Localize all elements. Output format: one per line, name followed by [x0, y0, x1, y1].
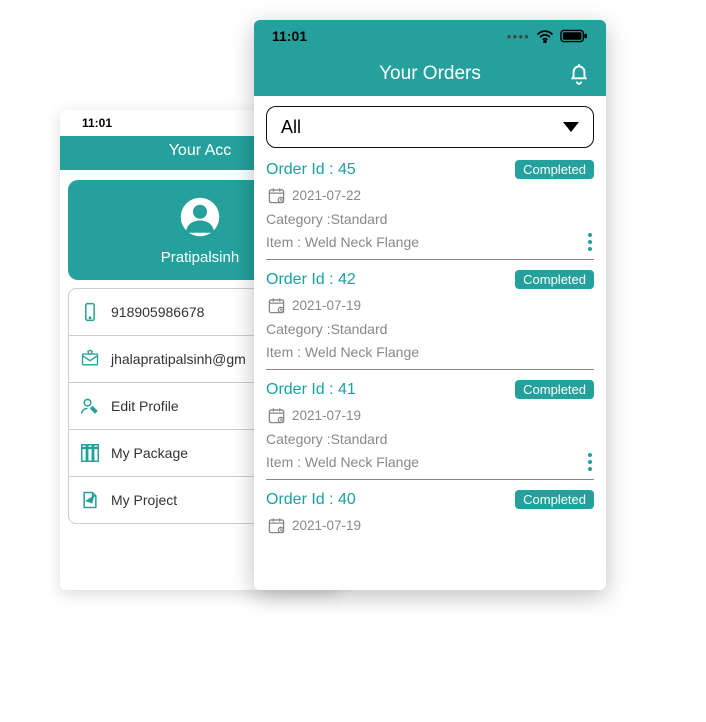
phone-text: 918905986678: [111, 304, 204, 320]
email-icon: [79, 348, 101, 370]
order-id: Order Id : 41: [266, 381, 356, 399]
order-id: Order Id : 45: [266, 161, 356, 179]
status-badge: Completed: [515, 490, 594, 509]
order-category: Category :Standard: [266, 431, 594, 447]
status-bar-front: 11:01 ●●●●: [254, 20, 606, 52]
phone-icon: [79, 301, 101, 323]
status-time-front: 11:01: [272, 28, 307, 44]
order-date: 2021-07-19: [292, 518, 361, 533]
package-icon: [79, 442, 101, 464]
orders-title: Your Orders: [379, 63, 481, 85]
order-item: Item : Weld Neck Flange: [266, 344, 419, 360]
orders-list: Order Id : 45 Completed 2021-07-22 Categ…: [254, 150, 606, 547]
signal-icon: ●●●●: [507, 32, 530, 41]
my-project-text: My Project: [111, 492, 177, 508]
account-title: Your Acc: [169, 142, 232, 159]
orders-screen: 11:01 ●●●● Your Orders All Order Id : 45…: [254, 20, 606, 590]
order-date: 2021-07-19: [292, 408, 361, 423]
status-time: 11:01: [82, 116, 112, 130]
order-category: Category :Standard: [266, 211, 594, 227]
calendar-icon: [266, 185, 286, 205]
order-card[interactable]: Order Id : 45 Completed 2021-07-22 Categ…: [266, 150, 594, 260]
order-card[interactable]: Order Id : 42 Completed 2021-07-19 Categ…: [266, 260, 594, 370]
battery-icon: [560, 29, 588, 43]
order-date: 2021-07-19: [292, 298, 361, 313]
bell-icon: [566, 61, 592, 87]
notification-button[interactable]: [566, 61, 592, 87]
order-menu-button[interactable]: [586, 233, 594, 251]
status-badge: Completed: [515, 380, 594, 399]
user-edit-icon: [79, 395, 101, 417]
order-category: Category :Standard: [266, 321, 594, 337]
status-icons: ●●●●: [507, 29, 588, 43]
status-badge: Completed: [515, 160, 594, 179]
order-card[interactable]: Order Id : 41 Completed 2021-07-19 Categ…: [266, 370, 594, 480]
edit-profile-text: Edit Profile: [111, 398, 179, 414]
order-id: Order Id : 42: [266, 271, 356, 289]
filter-value: All: [281, 117, 301, 138]
filter-dropdown[interactable]: All: [266, 106, 594, 148]
order-menu-button[interactable]: [586, 453, 594, 471]
filter-container: All: [254, 96, 606, 150]
calendar-icon: [266, 405, 286, 425]
wifi-icon: [536, 29, 554, 43]
order-id: Order Id : 40: [266, 491, 356, 509]
email-text: jhalapratipalsinh@gm: [111, 351, 246, 367]
avatar-icon: [179, 196, 221, 238]
order-card[interactable]: Order Id : 40 Completed 2021-07-19 Categ…: [266, 480, 594, 543]
order-item: Item : Weld Neck Flange: [266, 234, 419, 250]
orders-header: Your Orders: [254, 52, 606, 96]
my-package-text: My Package: [111, 445, 188, 461]
project-icon: [79, 489, 101, 511]
calendar-icon: [266, 515, 286, 535]
chevron-down-icon: [563, 122, 579, 132]
order-date: 2021-07-22: [292, 188, 361, 203]
calendar-icon: [266, 295, 286, 315]
order-item: Item : Weld Neck Flange: [266, 454, 419, 470]
status-badge: Completed: [515, 270, 594, 289]
